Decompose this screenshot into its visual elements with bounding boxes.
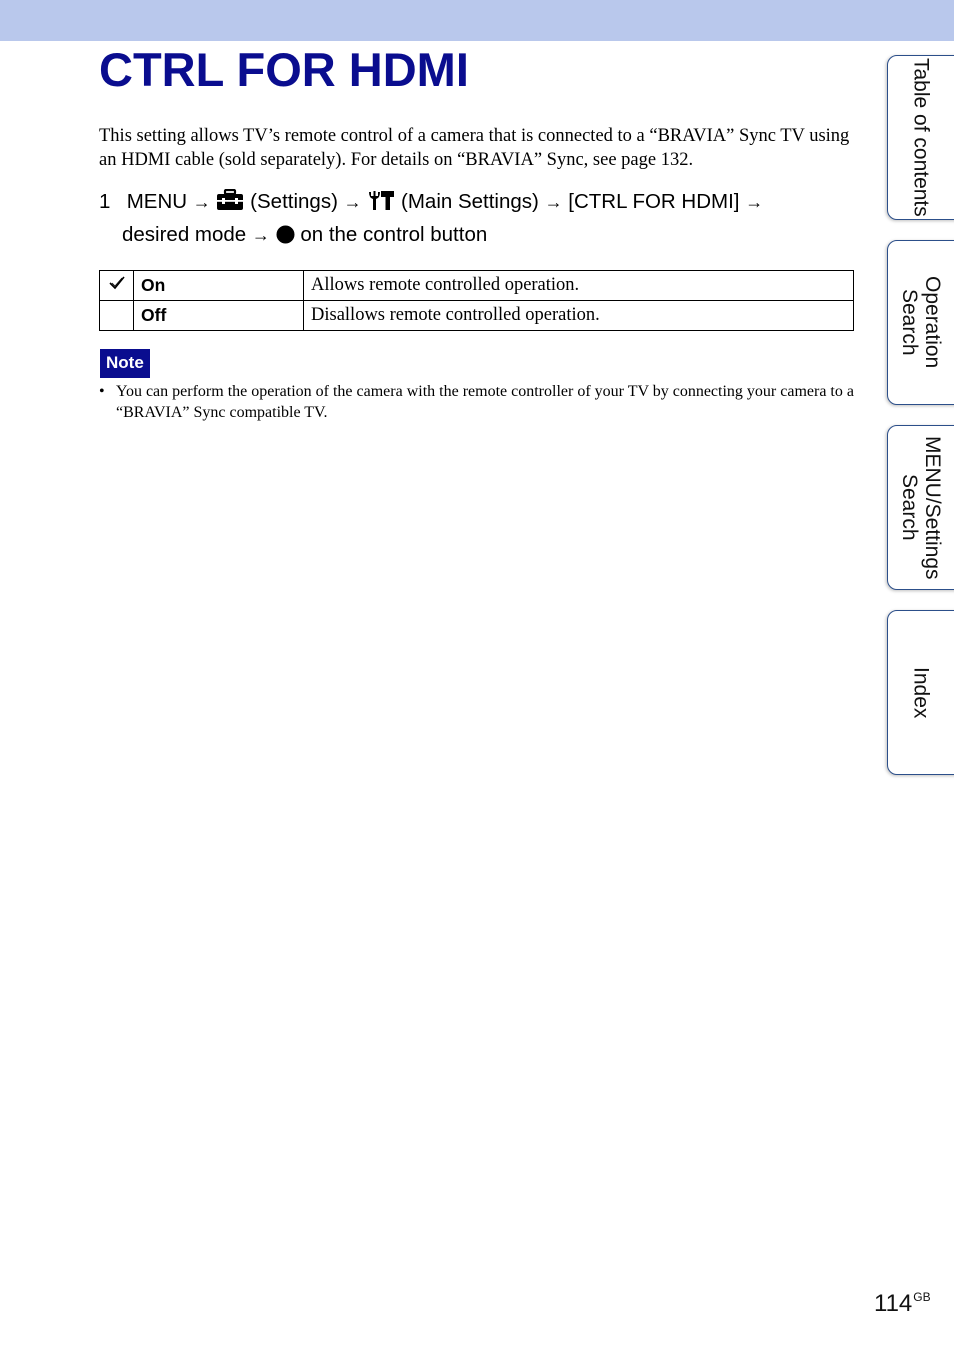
header-band — [0, 0, 954, 41]
table-row: Off Disallows remote controlled operatio… — [99, 300, 854, 331]
arrow-icon: → — [251, 225, 270, 245]
note-text: You can perform the operation of the cam… — [116, 383, 854, 421]
wrench-hammer-icon — [367, 189, 395, 220]
checkmark-icon — [108, 276, 125, 294]
page-number-value: 114 — [874, 1290, 913, 1317]
control-button-text: on the control button — [300, 223, 488, 246]
default-marker-cell — [99, 270, 134, 301]
note-list: • You can perform the operation of the c… — [99, 381, 859, 423]
option-description: Allows remote controlled operation. — [303, 270, 854, 301]
tab-index[interactable]: Index — [887, 610, 954, 775]
note-badge: Note — [100, 349, 150, 378]
page-number: 114GB — [874, 1290, 931, 1318]
page-title: CTRL FOR HDMI — [99, 43, 469, 96]
menu-item-label: [CTRL FOR HDMI] — [568, 190, 740, 213]
main-settings-label: (Main Settings) — [401, 190, 539, 213]
options-table: On Allows remote controlled operation. O… — [99, 270, 854, 331]
intro-paragraph: This setting allows TV’s remote control … — [99, 126, 850, 170]
option-description: Disallows remote controlled operation. — [303, 300, 854, 331]
tab-menu-settings-search[interactable]: MENU/Settings Search — [887, 425, 954, 590]
arrow-icon: → — [745, 192, 764, 212]
arrow-icon: → — [192, 192, 211, 212]
arrow-icon: → — [343, 192, 362, 212]
toolbox-icon — [216, 188, 244, 220]
page-suffix: GB — [913, 1290, 931, 1304]
filled-circle-icon — [276, 223, 295, 253]
arrow-icon: → — [544, 192, 563, 212]
step-number: 1 — [99, 190, 111, 213]
list-item: • You can perform the operation of the c… — [99, 381, 859, 423]
tab-operation-search[interactable]: Operation Search — [887, 240, 954, 405]
default-marker-cell — [99, 300, 134, 331]
tab-label: Index — [909, 666, 933, 719]
menu-label: MENU — [126, 190, 188, 213]
tab-label: MENU/Settings Search — [898, 435, 944, 580]
tab-label: Operation Search — [898, 276, 944, 369]
option-name: On — [133, 270, 304, 301]
tab-label: Table of contents — [909, 58, 933, 217]
desired-mode-label: desired mode — [122, 223, 247, 246]
bullet-icon: • — [99, 383, 105, 400]
settings-label: (Settings) — [250, 190, 338, 213]
table-row: On Allows remote controlled operation. — [99, 270, 854, 301]
procedure-step: 1 MENU → (Settings) → (Main Settings) → … — [99, 187, 859, 253]
tab-table-of-contents[interactable]: Table of contents — [887, 55, 954, 220]
option-name: Off — [133, 300, 304, 331]
